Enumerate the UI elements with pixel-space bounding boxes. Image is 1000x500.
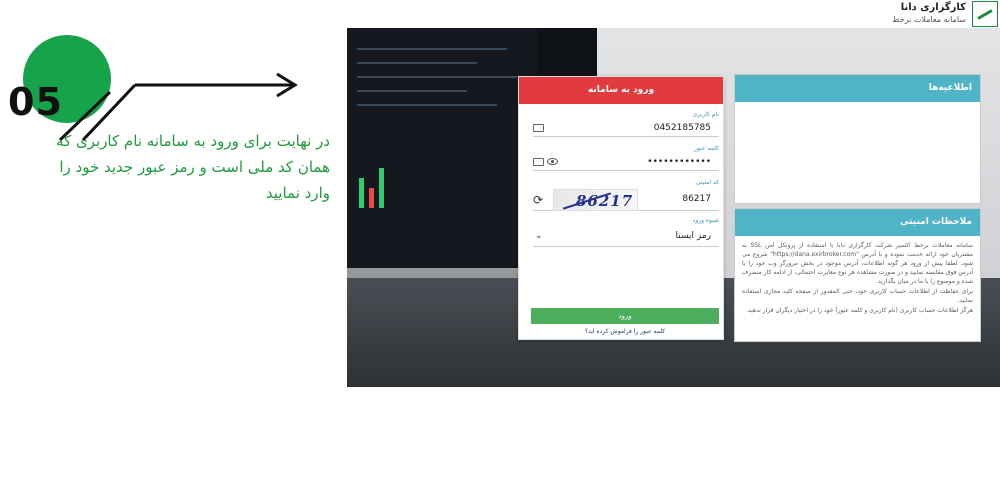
- username-label: نام کاربری: [692, 111, 719, 118]
- refresh-captcha-icon[interactable]: ⟳: [533, 193, 543, 207]
- forgot-password-link[interactable]: کلمه عبور را فراموش کرده اید؟: [531, 328, 719, 335]
- login-method-select[interactable]: رمز ایستا ⌄: [533, 227, 719, 247]
- show-password-icon[interactable]: [547, 158, 558, 165]
- captcha-field: کد امنیتی 86217 86217 ⟳: [533, 179, 719, 211]
- virtual-keyboard-icon[interactable]: [533, 158, 544, 166]
- security-paragraph: هرگز اطلاعات حساب کاربری (نام کاربری و ک…: [745, 307, 973, 314]
- security-body: سامانه معاملات برخط اکسیر شرکت کارگزاری …: [735, 236, 980, 321]
- brand-subtitle: سامانه معاملات برخط: [892, 15, 966, 24]
- news-panel: اطلاعیه‌ها: [734, 74, 981, 204]
- login-button[interactable]: ورود: [531, 308, 719, 324]
- virtual-keyboard-icon[interactable]: [533, 124, 544, 132]
- captcha-input[interactable]: 86217 86217 ⟳: [533, 189, 719, 211]
- brand-name: کارگزاری دانا: [900, 2, 966, 13]
- news-title: اطلاعیه‌ها: [735, 75, 980, 102]
- captcha-value: 86217: [682, 194, 711, 204]
- password-field: کلمه عبور ••••••••••••: [533, 145, 719, 171]
- login-screenshot: ورود به سامانه نام کاربری 0452185785 کلم…: [347, 28, 1000, 387]
- login-method-label: شیوه ورود: [692, 217, 719, 224]
- brand-header: کارگزاری دانا سامانه معاملات برخط: [858, 1, 998, 27]
- password-input[interactable]: ••••••••••••: [533, 155, 719, 171]
- security-title: ملاحظات امنیتی: [735, 209, 980, 236]
- password-value: ••••••••••••: [647, 157, 711, 167]
- security-paragraph: سامانه معاملات برخط اکسیر شرکت کارگزاری …: [742, 242, 974, 285]
- login-title: ورود به سامانه: [519, 77, 723, 104]
- username-input[interactable]: 0452185785: [533, 121, 719, 137]
- chevron-down-icon: ⌄: [535, 231, 543, 241]
- captcha-label: کد امنیتی: [695, 179, 719, 186]
- login-method-field: شیوه ورود رمز ایستا ⌄: [533, 217, 719, 247]
- security-panel: ملاحظات امنیتی سامانه معاملات برخط اکسیر…: [734, 208, 981, 342]
- brand-logo: [972, 1, 998, 27]
- login-card: ورود به سامانه نام کاربری 0452185785 کلم…: [518, 76, 724, 340]
- security-paragraph: برای حفاظت از اطلاعات حساب کاربری خود، ح…: [742, 288, 973, 304]
- username-field: نام کاربری 0452185785: [533, 111, 719, 137]
- captcha-image: 86217: [553, 189, 638, 211]
- step-caption: در نهایت برای ورود به سامانه نام کاربری …: [56, 132, 330, 202]
- username-value: 0452185785: [653, 123, 711, 133]
- login-method-value: رمز ایستا: [675, 231, 712, 241]
- tutorial-page: 05 در نهایت برای ورود به سامانه نام کارب…: [0, 0, 1000, 500]
- password-label: کلمه عبور: [694, 145, 719, 152]
